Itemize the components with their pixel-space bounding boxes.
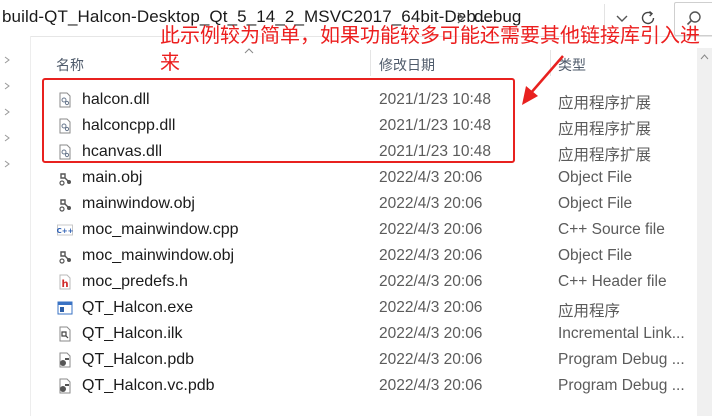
file-type: C++ Header file <box>558 273 667 290</box>
file-type: Object File <box>558 169 633 186</box>
expand-icon[interactable] <box>3 134 11 142</box>
obj-file-icon <box>59 251 71 264</box>
column-name[interactable]: 名称 <box>56 55 84 75</box>
file-type: 应用程序扩展 <box>558 147 652 164</box>
file-name: moc_mainwindow.cpp <box>82 221 239 238</box>
file-type: 应用程序扩展 <box>558 121 652 138</box>
file-name: QT_Halcon.vc.pdb <box>82 377 215 394</box>
file-type: C++ Source file <box>558 221 665 238</box>
file-name: QT_Halcon.exe <box>82 299 194 316</box>
annotation-note: 此示例较为简单，如果功能较多可能还需要其他链接库引入进来 <box>160 23 700 74</box>
list-item[interactable]: QT_Halcon.pdb 2022/4/3 20:06 Program Deb… <box>30 347 697 373</box>
obj-file-icon <box>59 199 71 212</box>
file-modified: 2022/4/3 20:06 <box>379 299 483 316</box>
list-item[interactable]: mainwindow.obj 2022/4/3 20:06 Object Fil… <box>30 191 697 217</box>
file-type: Incremental Link... <box>558 325 685 342</box>
list-item[interactable]: h moc_predefs.h 2022/4/3 20:06 C++ Heade… <box>30 269 697 295</box>
file-type: Object File <box>558 195 633 212</box>
ilk-file-icon <box>59 326 71 342</box>
file-modified: 2022/4/3 20:06 <box>379 169 483 186</box>
file-modified: 2022/4/3 20:06 <box>379 221 483 238</box>
file-modified: 2022/4/3 20:06 <box>379 325 483 342</box>
list-item[interactable]: QT_Halcon.vc.pdb 2022/4/3 20:06 Program … <box>30 373 697 399</box>
list-item[interactable]: C++ moc_mainwindow.cpp 2022/4/3 20:06 C+… <box>30 217 697 243</box>
file-type: Object File <box>558 247 633 264</box>
navigation-pane[interactable] <box>0 36 31 416</box>
file-name: main.obj <box>82 169 143 186</box>
expand-icon[interactable] <box>3 108 11 116</box>
file-type: Program Debug ... <box>558 351 685 368</box>
file-type: Program Debug ... <box>558 377 685 394</box>
file-name: QT_Halcon.pdb <box>82 351 195 368</box>
expand-icon[interactable] <box>3 56 11 64</box>
list-item[interactable]: QT_Halcon.ilk 2022/4/3 20:06 Incremental… <box>30 321 697 347</box>
pdb-file-icon <box>59 378 71 394</box>
scroll-up-icon[interactable] <box>700 54 709 60</box>
list-item[interactable]: moc_mainwindow.obj 2022/4/3 20:06 Object… <box>30 243 697 269</box>
file-type: 应用程序扩展 <box>558 95 652 112</box>
exe-file-icon <box>57 301 73 315</box>
file-modified: 2022/4/3 20:06 <box>379 273 483 290</box>
annotation-highlight-box <box>42 78 515 163</box>
file-modified: 2022/4/3 20:06 <box>379 247 483 264</box>
file-modified: 2022/4/3 20:06 <box>379 377 483 394</box>
pdb-file-icon <box>59 352 71 368</box>
expand-icon[interactable] <box>3 82 11 90</box>
file-type: 应用程序 <box>558 303 621 320</box>
list-item[interactable]: main.obj 2022/4/3 20:06 Object File <box>30 165 697 191</box>
list-item[interactable]: QT_Halcon.exe 2022/4/3 20:06 应用程序 <box>30 295 697 321</box>
file-name: QT_Halcon.ilk <box>82 325 183 342</box>
file-modified: 2022/4/3 20:06 <box>379 351 483 368</box>
svg-text:C++: C++ <box>57 227 73 235</box>
obj-file-icon <box>59 173 71 186</box>
cpp-file-icon: C++ <box>57 224 73 236</box>
file-name: moc_mainwindow.obj <box>82 247 235 264</box>
file-modified: 2022/4/3 20:06 <box>379 195 483 212</box>
file-name: moc_predefs.h <box>82 273 188 290</box>
header-file-icon: h <box>59 274 71 290</box>
vertical-scrollbar[interactable] <box>697 48 712 416</box>
expand-icon[interactable] <box>3 160 11 168</box>
file-name: mainwindow.obj <box>82 195 195 212</box>
svg-text:h: h <box>61 279 68 290</box>
